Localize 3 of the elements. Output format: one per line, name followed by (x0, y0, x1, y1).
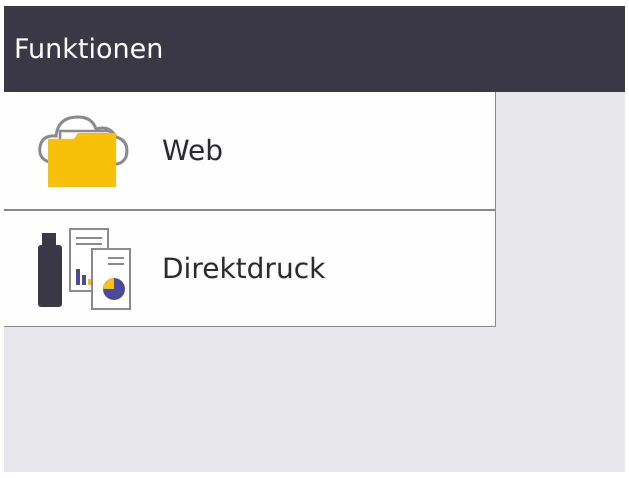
header-title: Funktionen (14, 34, 164, 64)
menu-item[interactable]: Direktdruck (4, 209, 495, 326)
menu-item[interactable]: Web (4, 92, 495, 209)
